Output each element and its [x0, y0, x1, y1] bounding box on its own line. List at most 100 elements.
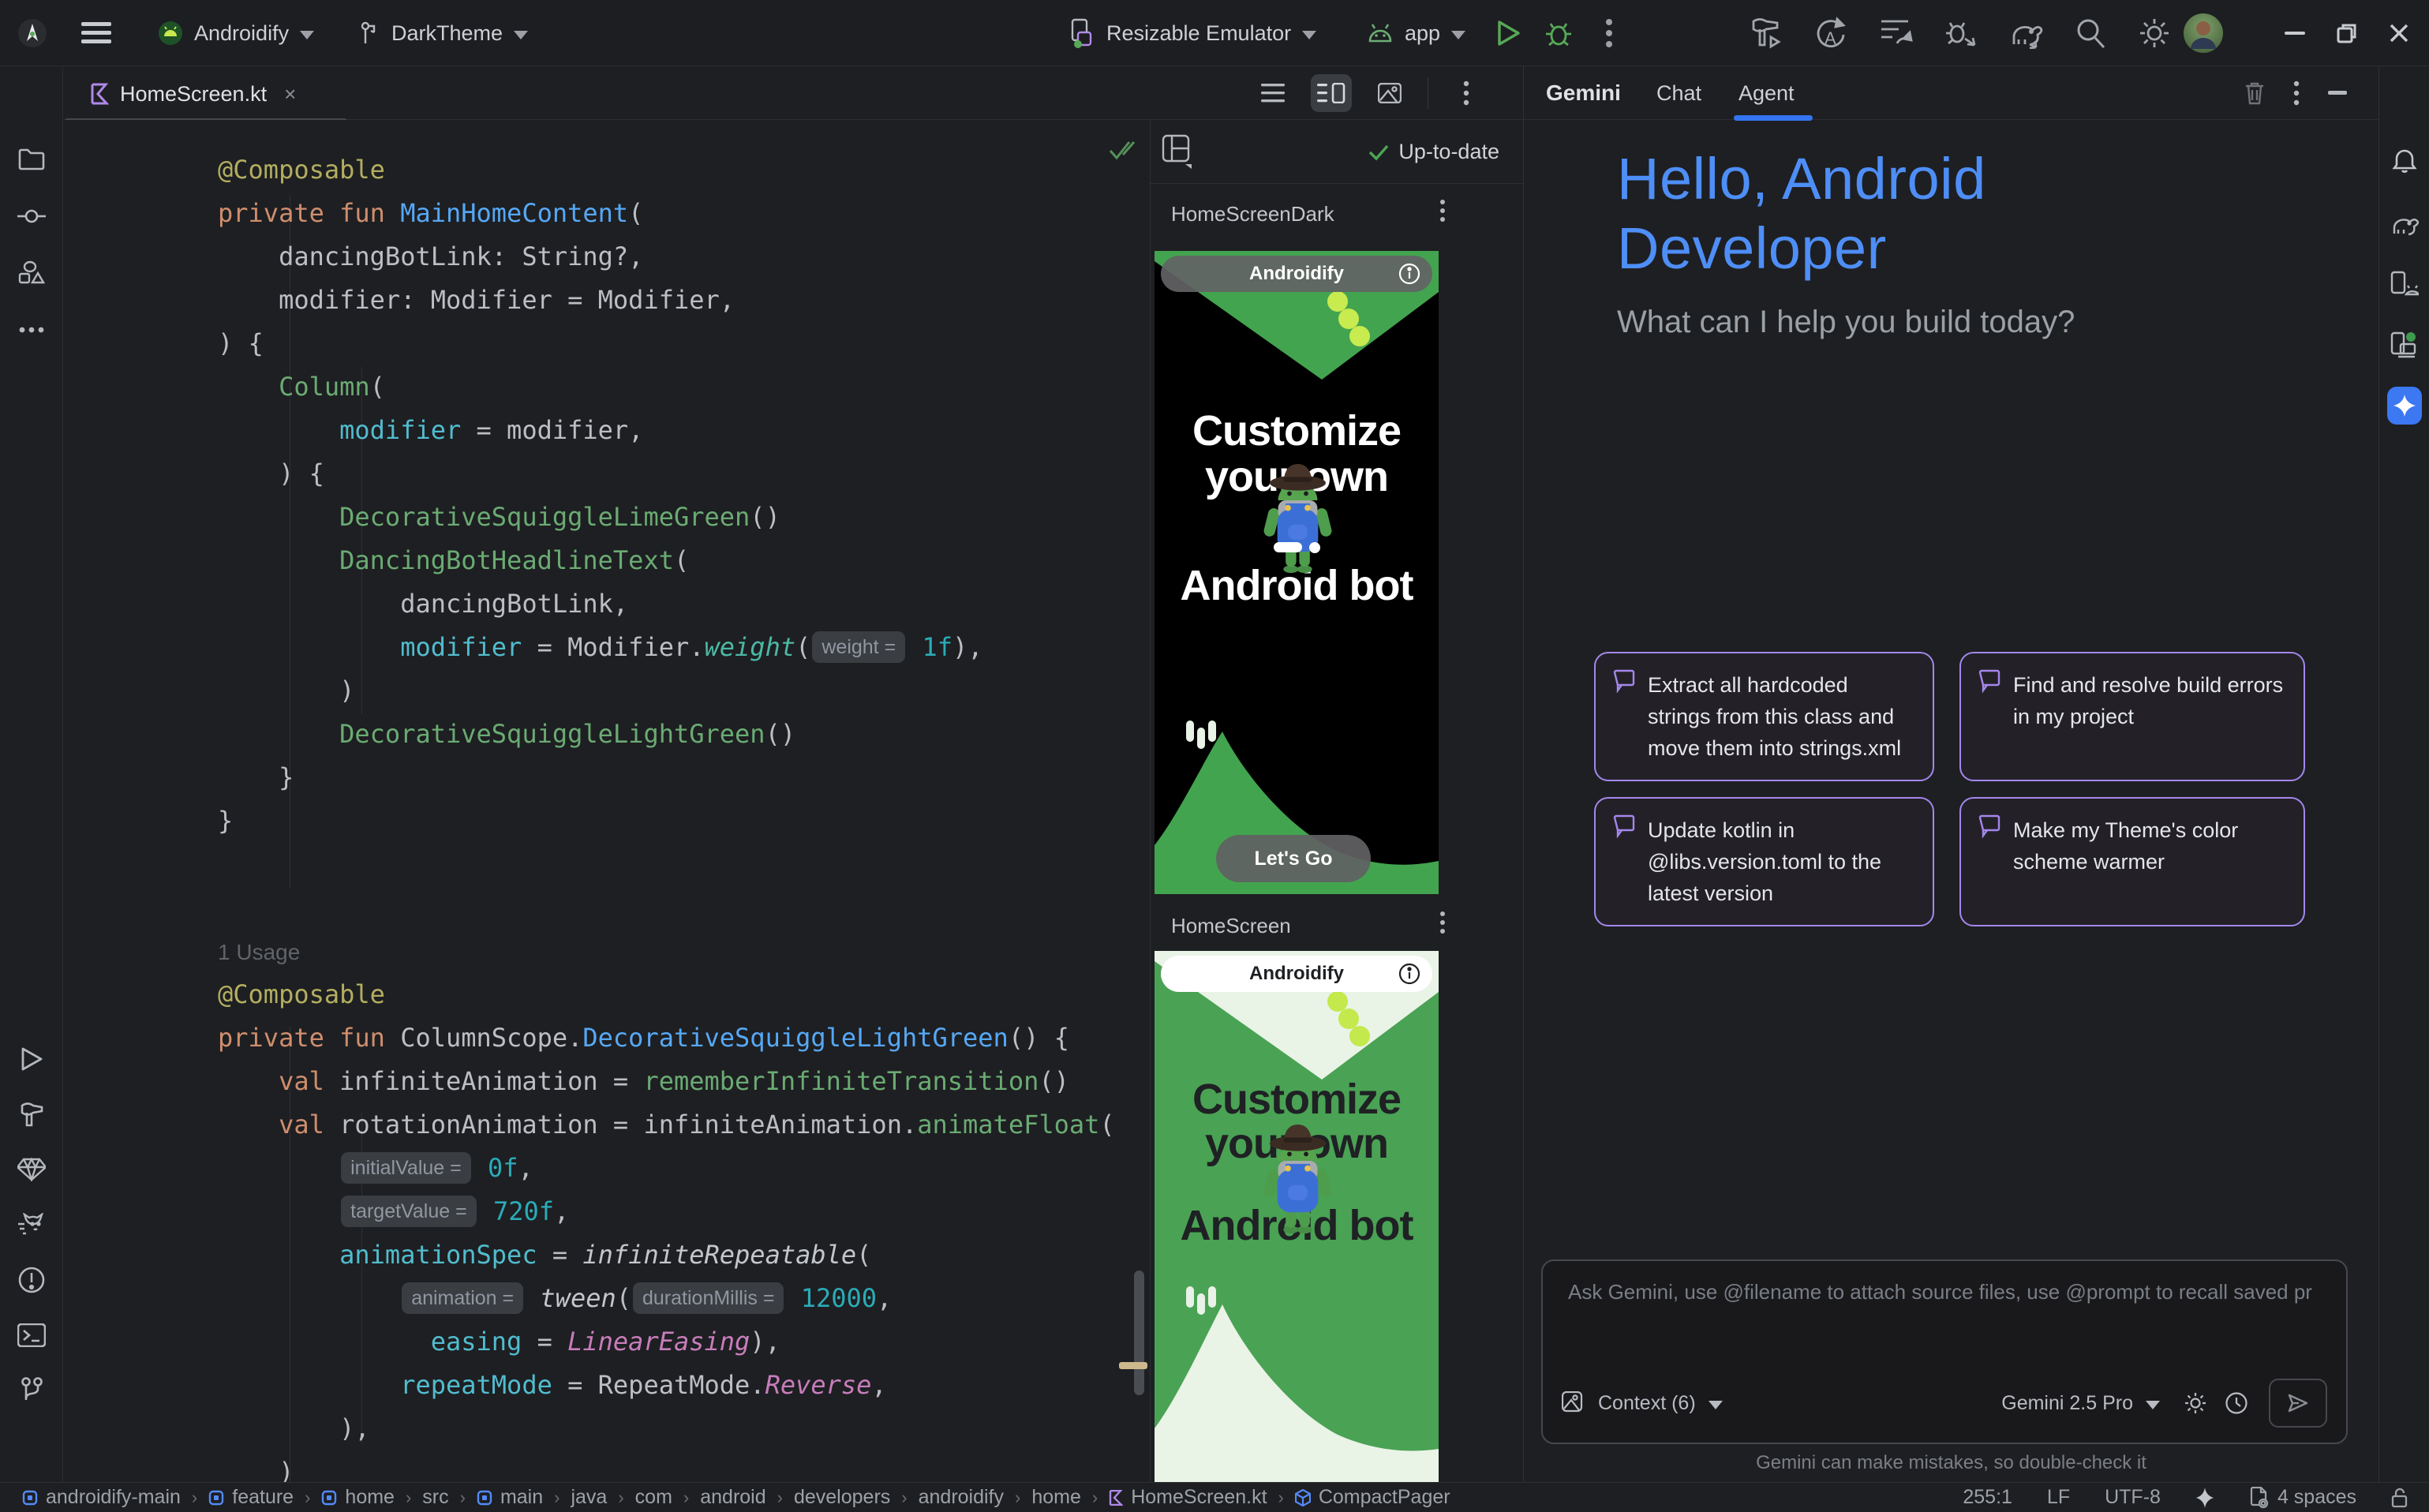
unlock-icon[interactable]	[2391, 1487, 2410, 1509]
gradle-sync-button[interactable]	[2008, 0, 2044, 66]
window-restore-button[interactable]	[2325, 11, 2369, 55]
gradle-tool-button[interactable]	[2387, 207, 2422, 241]
run-tool-button[interactable]	[14, 1042, 49, 1076]
breadcrumb-item[interactable]: src	[422, 1486, 448, 1509]
code-line[interactable]: private fun MainHomeContent(	[218, 192, 1115, 235]
code-line[interactable]: private fun ColumnScope.DecorativeSquigg…	[218, 1016, 1115, 1060]
code-line[interactable]: @Composable	[218, 973, 1115, 1016]
breadcrumb-item[interactable]: home	[321, 1486, 395, 1509]
notifications-bell-button[interactable]	[2387, 142, 2422, 177]
code-line[interactable]: targetValue = 720f,	[218, 1190, 1115, 1233]
suggestion-card[interactable]: Make my Theme's color scheme warmer	[1959, 797, 2305, 926]
suggestion-card[interactable]: Update kotlin in @libs.version.toml to t…	[1594, 797, 1934, 926]
preview-name-dark[interactable]: HomeScreenDark	[1171, 202, 1334, 226]
code-line[interactable]: ) {	[218, 322, 1115, 365]
code-line[interactable]	[218, 843, 1115, 886]
more-run-actions-button[interactable]	[1605, 0, 1613, 66]
code-line[interactable]: dancingBotLink,	[218, 582, 1115, 626]
run-config-selector[interactable]: app	[1367, 0, 1465, 66]
tab-close-icon[interactable]: ×	[284, 82, 296, 107]
history-icon[interactable]	[2225, 1391, 2248, 1415]
code-line[interactable]	[218, 886, 1115, 930]
code-line[interactable]: val infiniteAnimation = rememberInfinite…	[218, 1060, 1115, 1103]
version-control-tool-button[interactable]	[14, 1373, 49, 1408]
code-line[interactable]: DecorativeSquiggleLimeGreen()	[218, 496, 1115, 539]
prompt-settings-icon[interactable]	[2184, 1391, 2207, 1415]
gemini-more-options-button[interactable]	[2293, 80, 2300, 106]
commit-tool-button[interactable]	[14, 199, 49, 234]
breadcrumb-item[interactable]: com	[635, 1486, 672, 1509]
gemini-tool-button[interactable]	[2387, 388, 2422, 423]
indent-setting[interactable]: 4 spaces	[2249, 1486, 2356, 1509]
window-minimize-button[interactable]	[2273, 11, 2317, 55]
view-design-only-button[interactable]	[1369, 74, 1410, 112]
editor-more-options-button[interactable]	[1446, 74, 1487, 112]
app-quality-insights-tool-button[interactable]	[14, 1152, 49, 1187]
code-lines[interactable]: @Composableprivate fun MainHomeContent( …	[218, 148, 1115, 1482]
code-line[interactable]: ) {	[218, 452, 1115, 496]
problems-tool-button[interactable]	[14, 1263, 49, 1297]
code-line[interactable]: dancingBotLink: String?,	[218, 235, 1115, 279]
attach-image-icon[interactable]	[1562, 1391, 1585, 1415]
breadcrumb-item[interactable]: HomeScreen.kt	[1109, 1486, 1267, 1509]
breadcrumb-item[interactable]: home	[1031, 1486, 1081, 1509]
breadcrumb-item[interactable]: developers	[794, 1486, 890, 1509]
code-line[interactable]: DecorativeSquiggleLightGreen()	[218, 713, 1115, 756]
breadcrumb-item[interactable]: androidify	[919, 1486, 1004, 1509]
file-encoding[interactable]: UTF-8	[2105, 1486, 2161, 1509]
tab-homescreen-kt[interactable]: HomeScreen.kt ×	[76, 73, 310, 115]
build-button[interactable]	[1749, 0, 1783, 66]
apply-changes-button[interactable]: A	[1813, 0, 1848, 66]
code-line[interactable]: easing = LinearEasing),	[218, 1320, 1115, 1364]
breadcrumb-item[interactable]: feature	[208, 1486, 294, 1509]
code-line[interactable]: animationSpec = infiniteRepeatable(	[218, 1233, 1115, 1277]
preview-homescreen-dark[interactable]: Androidify Customize your own Android bo…	[1155, 251, 1439, 894]
code-line[interactable]: repeatMode = RepeatMode.Reverse,	[218, 1364, 1115, 1407]
code-line[interactable]: val rotationAnimation = infiniteAnimatio…	[218, 1103, 1115, 1147]
view-code-only-button[interactable]	[1252, 74, 1293, 112]
breadcrumb-item[interactable]: main	[477, 1486, 543, 1509]
code-line[interactable]: @Composable	[218, 148, 1115, 192]
view-split-button[interactable]	[1311, 74, 1352, 112]
more-tool-windows-button[interactable]	[14, 313, 49, 347]
project-tool-button[interactable]	[14, 142, 49, 177]
avatar[interactable]	[2183, 0, 2224, 66]
editor-scrollbar-thumb[interactable]	[1134, 1271, 1144, 1395]
terminal-tool-button[interactable]	[14, 1318, 49, 1353]
logcat-tool-button[interactable]	[14, 1207, 49, 1242]
code-line[interactable]: ),	[218, 1407, 1115, 1450]
resource-manager-tool-button[interactable]	[14, 256, 49, 290]
code-line[interactable]: animation = tween(durationMillis = 12000…	[218, 1277, 1115, 1320]
tab-agent[interactable]: Agent	[1738, 66, 1795, 120]
ai-spark-icon[interactable]	[2195, 1487, 2214, 1509]
code-editor[interactable]: @Composableprivate fun MainHomeContent( …	[63, 120, 1150, 1482]
gemini-prompt-input[interactable]: Ask Gemini, use @filename to attach sour…	[1541, 1259, 2348, 1444]
inspections-ok-icon[interactable]	[1109, 139, 1136, 161]
code-line[interactable]: modifier = modifier,	[218, 409, 1115, 452]
code-line[interactable]: initialValue = 0f,	[218, 1147, 1115, 1190]
running-devices-tool-button[interactable]	[2387, 328, 2422, 363]
suggestion-card[interactable]: Find and resolve build errors in my proj…	[1959, 652, 2305, 781]
suggestion-card[interactable]: Extract all hardcoded strings from this …	[1594, 652, 1934, 781]
preview-light-more-button[interactable]	[1439, 911, 1446, 934]
code-line[interactable]: modifier = Modifier.weight(weight = 1f),	[218, 626, 1115, 669]
preview-homescreen-light[interactable]: Androidify Customize your own Android bo…	[1155, 951, 1439, 1482]
tab-chat[interactable]: Chat	[1656, 66, 1701, 120]
code-line[interactable]: )	[218, 669, 1115, 713]
apply-code-changes-button[interactable]	[1878, 0, 1913, 66]
app-logo-icon[interactable]	[17, 0, 47, 66]
settings-button[interactable]	[2137, 0, 2172, 66]
breadcrumb-item[interactable]: androidify-main	[22, 1486, 181, 1509]
code-line[interactable]: }	[218, 799, 1115, 843]
build-tool-button[interactable]	[14, 1097, 49, 1132]
breadcrumb-item[interactable]: CompactPager	[1295, 1486, 1450, 1509]
breadcrumb-item[interactable]: android	[700, 1486, 765, 1509]
main-menu-button[interactable]	[81, 0, 111, 66]
search-everywhere-button[interactable]	[2074, 0, 2107, 66]
attach-debugger-button[interactable]	[1943, 0, 1978, 66]
project-widget[interactable]: Androidify	[158, 0, 314, 66]
vcs-branch-widget[interactable]: DarkTheme	[357, 0, 528, 66]
preview-layout-button[interactable]	[1162, 134, 1193, 169]
preview-name-light[interactable]: HomeScreen	[1171, 914, 1291, 938]
run-button[interactable]	[1495, 0, 1521, 66]
